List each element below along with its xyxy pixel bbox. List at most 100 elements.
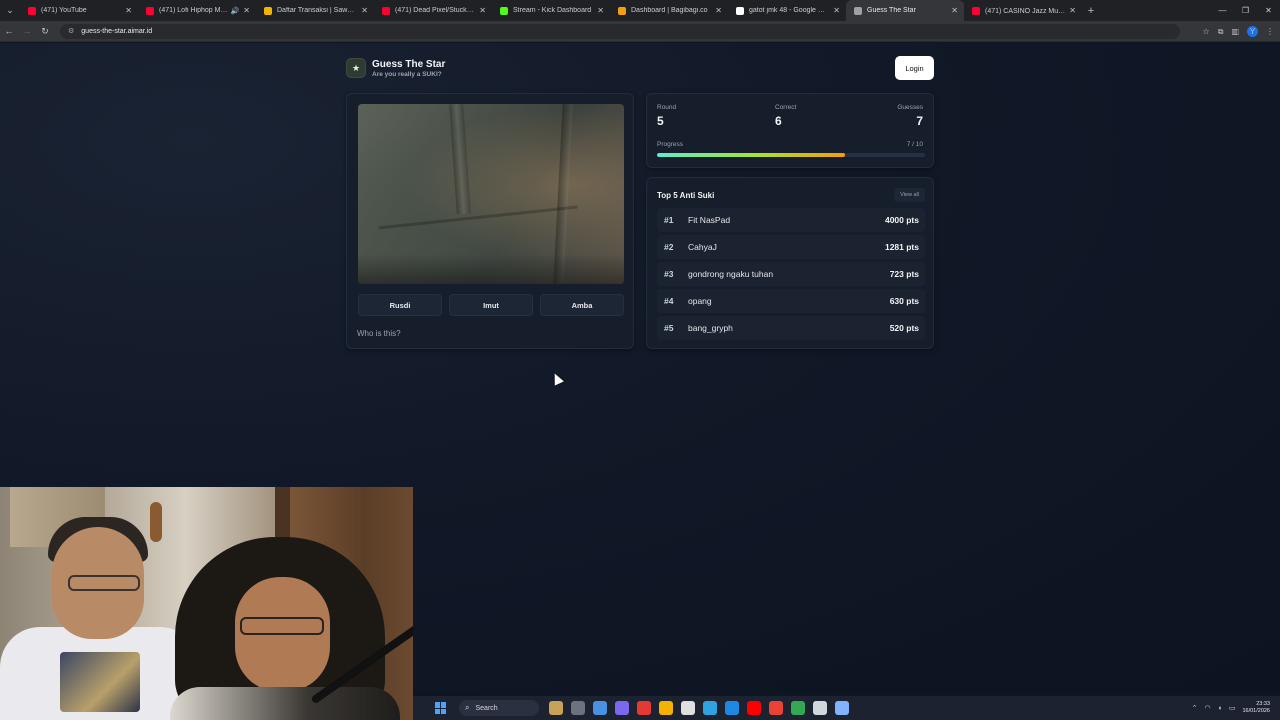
app-brand: ★ Guess The Star Are you really a SUKI? — [346, 58, 445, 78]
browser-tab[interactable]: gatot jmk 48 - Google Search✕ — [728, 0, 846, 21]
leaderboard-player: gondrong ngaku tuhan — [688, 269, 774, 279]
leaderboard-player: Fit NasPad — [688, 215, 731, 225]
tab-close-icon[interactable]: ✕ — [951, 6, 958, 15]
login-button[interactable]: Login — [895, 56, 934, 80]
site-info-icon[interactable]: ⚙ — [68, 27, 74, 35]
tab-title: (471) YouTube — [41, 7, 87, 14]
address-bar: ← → ↻ ⚙ guess-the-star.aimar.id ☆ ⧉ ▥ Y … — [0, 21, 1280, 42]
tab-title: Guess The Star — [867, 7, 916, 14]
taskbar-app-icon[interactable] — [571, 701, 585, 715]
tab-favicon-icon — [854, 6, 862, 15]
taskbar-app-icon[interactable] — [813, 701, 827, 715]
taskbar-app-icon[interactable] — [659, 701, 673, 715]
wifi-icon[interactable]: ◠ — [1205, 704, 1211, 712]
answer-button-3[interactable]: Amba — [540, 294, 624, 316]
tab-close-icon[interactable]: ✕ — [597, 6, 604, 15]
browser-tab[interactable]: Daftar Transaksi | Saweria ✕ — [256, 0, 374, 21]
browser-tab[interactable]: Guess The Star ✕ — [846, 0, 964, 21]
round-label: Round — [657, 104, 677, 111]
battery-icon[interactable]: ▭ — [1229, 704, 1236, 712]
taskbar-app-icon[interactable] — [637, 701, 651, 715]
close-window-icon[interactable]: ✕ — [1257, 0, 1280, 21]
browser-tab[interactable]: (471) CASINO Jazz Music 🎰 Fl✕ — [964, 0, 1082, 21]
taskbar-app-icon[interactable] — [703, 701, 717, 715]
tab-title: (471) Lofi Hiphop Mix 2025 — [159, 7, 228, 14]
tab-title: Stream - Kick Dashboard — [513, 7, 592, 14]
leaderboard-list: #1 Fit NasPad 4000 pts #2 CahyaJ 1281 pt… — [657, 208, 925, 343]
tab-close-icon[interactable]: ✕ — [125, 6, 132, 15]
guesses-stat: Guesses 7 — [897, 104, 923, 128]
taskbar-app-icon[interactable] — [549, 701, 563, 715]
browser-tab[interactable]: (471) YouTube ✕ — [20, 0, 138, 21]
tab-favicon-icon — [500, 6, 508, 15]
browser-tab[interactable]: (471) Dead Pixel/Stuck Pixel Scr ✕ — [374, 0, 492, 21]
leaderboard-rank: #1 — [664, 215, 674, 225]
sidebar-icon[interactable]: ▥ — [1231, 27, 1239, 36]
webcam-overlay — [0, 487, 413, 720]
tab-favicon-icon — [618, 6, 626, 15]
correct-label: Correct — [775, 104, 797, 111]
tab-close-icon[interactable]: ✕ — [243, 6, 250, 15]
answer-button-2[interactable]: Imut — [449, 294, 533, 316]
progress-count: 7 / 10 — [906, 141, 923, 148]
tab-close-icon[interactable]: ✕ — [361, 6, 368, 15]
tab-favicon-icon — [382, 6, 390, 15]
answer-options: Rusdi Imut Amba — [358, 294, 624, 316]
tab-title: Daftar Transaksi | Saweria — [277, 7, 358, 14]
search-icon: ⌕ — [465, 703, 470, 712]
tab-close-icon[interactable]: ✕ — [479, 6, 486, 15]
tray-chevron-icon[interactable]: ⌃ — [1192, 704, 1198, 712]
bookmark-star-icon[interactable]: ☆ — [1203, 27, 1210, 36]
round-value: 5 — [657, 114, 664, 128]
star-logo-icon: ★ — [346, 58, 366, 78]
minimize-icon[interactable]: — — [1211, 0, 1234, 21]
guesses-value: 7 — [916, 114, 923, 128]
window-controls: — ❐ ✕ — [1211, 0, 1280, 21]
taskbar-app-icon[interactable] — [835, 701, 849, 715]
extensions-icon[interactable]: ⧉ — [1218, 27, 1224, 37]
taskbar-app-icon[interactable] — [615, 701, 629, 715]
clock-time: 23:33 — [1256, 701, 1270, 707]
leaderboard-card: Top 5 Anti Suki View all #1 Fit NasPad 4… — [646, 177, 934, 349]
taskbar-app-icon[interactable] — [791, 701, 805, 715]
back-icon[interactable]: ← — [0, 26, 18, 36]
taskbar-search[interactable]: ⌕ Search — [459, 700, 539, 716]
volume-icon[interactable]: ◖ — [1218, 705, 1222, 712]
taskbar-app-icon[interactable] — [681, 701, 695, 715]
tab-list: (471) YouTube✕(471) Lofi Hiphop Mix 2025… — [20, 0, 1082, 21]
browser-tab-strip: ⌄ (471) YouTube✕(471) Lofi Hiphop Mix 20… — [0, 0, 1280, 21]
new-tab-button[interactable]: + — [1082, 5, 1100, 17]
leaderboard-row: #4 opang 630 pts — [657, 289, 925, 313]
browser-menu-icon[interactable]: ⋮ — [1266, 27, 1274, 36]
taskbar-app-icon[interactable] — [769, 701, 783, 715]
view-all-button[interactable]: View all — [894, 188, 925, 202]
taskbar-app-icon[interactable] — [747, 701, 761, 715]
leaderboard-points: 520 pts — [889, 323, 919, 333]
taskbar-app-icon[interactable] — [725, 701, 739, 715]
tab-close-icon[interactable]: ✕ — [1069, 6, 1076, 15]
browser-tab[interactable]: Dashboard | Bagibagi.co ✕ — [610, 0, 728, 21]
forward-icon[interactable]: → — [18, 26, 36, 36]
tab-search-chevron-icon[interactable]: ⌄ — [0, 0, 20, 21]
leaderboard-player: CahyaJ — [688, 242, 717, 252]
url-input[interactable]: ⚙ guess-the-star.aimar.id — [60, 23, 1180, 39]
restore-icon[interactable]: ❐ — [1234, 0, 1257, 21]
leaderboard-row: #3 gondrong ngaku tuhan 723 pts — [657, 262, 925, 286]
browser-tab[interactable]: (471) Lofi Hiphop Mix 2025🔊✕ — [138, 0, 256, 21]
app-subtitle: Are you really a SUKI? — [372, 70, 442, 78]
answer-button-1[interactable]: Rusdi — [358, 294, 442, 316]
toolbar-actions: ☆ ⧉ ▥ Y ⋮ — [1203, 21, 1274, 42]
leaderboard-points: 4000 pts — [884, 215, 919, 225]
profile-avatar[interactable]: Y — [1247, 26, 1258, 37]
tab-favicon-icon — [28, 6, 36, 15]
windows-start-icon[interactable] — [435, 702, 447, 714]
question-text: Who is this? — [357, 329, 401, 338]
clock[interactable]: 23:33 16/01/2026 — [1242, 701, 1270, 715]
tab-audio-icon[interactable]: 🔊 — [231, 7, 240, 15]
tab-close-icon[interactable]: ✕ — [715, 6, 722, 15]
taskbar-app-icon[interactable] — [593, 701, 607, 715]
tab-close-icon[interactable]: ✕ — [833, 6, 840, 15]
tab-favicon-icon — [264, 6, 272, 15]
browser-tab[interactable]: Stream - Kick Dashboard ✕ — [492, 0, 610, 21]
reload-icon[interactable]: ↻ — [36, 26, 54, 37]
